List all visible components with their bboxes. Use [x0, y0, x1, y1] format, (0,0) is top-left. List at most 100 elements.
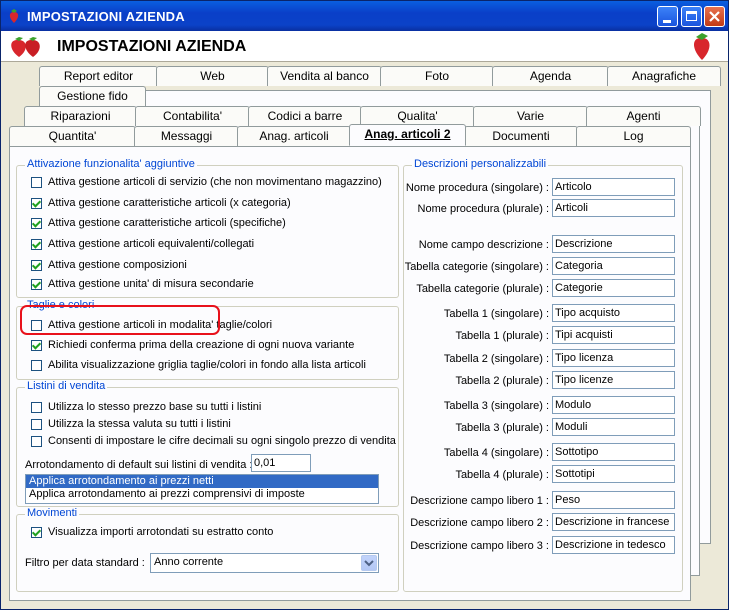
filtro-data-select[interactable]: Anno corrente [150, 553, 379, 573]
campo-libero-2-input[interactable]: Descrizione in francese [552, 513, 675, 531]
tab-contabilita[interactable]: Contabilita' [135, 106, 250, 126]
checkbox-box[interactable] [31, 526, 42, 538]
tab-messaggi[interactable]: Messaggi [134, 126, 239, 146]
main-window: IMPOSTAZIONI AZIENDA IMPOSTAZIONI AZIEND… [0, 0, 729, 610]
arrotondamento-label: Arrotondamento di default sui listini di… [25, 459, 253, 471]
row-label: Nome campo descrizione : [418, 239, 549, 251]
group-movimenti: Movimenti Visualizza importi arrotondati… [16, 507, 399, 592]
campo-libero-1-input[interactable]: Peso [552, 491, 675, 509]
tab-agenti[interactable]: Agenti [586, 106, 701, 126]
tab-web[interactable]: Web [156, 66, 269, 86]
nome-procedura-singolare-input[interactable]: Articolo [552, 178, 675, 196]
tab-foto[interactable]: Foto [380, 66, 494, 86]
checkbox-box[interactable] [31, 238, 42, 250]
minimize-button[interactable] [657, 6, 678, 27]
nome-procedura-plurale-input[interactable]: Articoli [552, 199, 675, 217]
checkbox-label: Richiedi conferma prima della creazione … [48, 339, 355, 351]
tabella-4-singolare-input[interactable]: Sottotipo [552, 443, 675, 461]
strawberry-icon [9, 9, 19, 23]
checkbox-box[interactable] [31, 359, 42, 371]
checkbox-box[interactable] [31, 339, 42, 351]
arrotondamento-list[interactable]: Applica arrotondamento ai prezzi netti A… [25, 474, 379, 504]
checkbox-conferma-variante[interactable]: Richiedi conferma prima della creazione … [31, 337, 354, 353]
tab-qualita[interactable]: Qualita' [360, 106, 475, 126]
tab-quantita[interactable]: Quantita' [9, 126, 136, 146]
tabella-categorie-plurale-input[interactable]: Categorie [552, 279, 675, 297]
tab-documenti[interactable]: Documenti [464, 126, 578, 146]
checkbox-label: Attiva gestione articoli di servizio (ch… [48, 176, 382, 188]
group-title: Movimenti [25, 507, 80, 519]
list-item[interactable]: Applica arrotondamento ai prezzi compren… [26, 488, 378, 501]
checkbox-box[interactable] [31, 435, 42, 447]
close-button[interactable] [704, 6, 725, 27]
title-bar[interactable]: IMPOSTAZIONI AZIENDA [1, 1, 728, 31]
checkbox-label: Attiva gestione caratteristiche articoli… [48, 217, 286, 229]
row-label: Descrizione campo libero 2 : [410, 517, 549, 529]
checkbox-box[interactable] [31, 259, 42, 271]
group-title: Attivazione funzionalita' aggiuntive [25, 158, 197, 170]
tabella-3-singolare-input[interactable]: Modulo [552, 396, 675, 414]
tab-anag-articoli-2[interactable]: Anag. articoli 2 [349, 124, 466, 146]
checkbox-box[interactable] [31, 197, 42, 209]
maximize-button[interactable] [681, 6, 702, 27]
tab-report-editor[interactable]: Report editor [39, 66, 158, 86]
dropdown-button[interactable] [361, 555, 377, 571]
checkbox-label: Visualizza importi arrotondati su estrat… [48, 526, 274, 538]
row-label: Nome procedura (plurale) : [417, 203, 549, 215]
maximize-icon [686, 11, 697, 21]
tab-anag-articoli[interactable]: Anag. articoli [237, 126, 351, 146]
filtro-value: Anno corrente [154, 556, 224, 568]
page-title: IMPOSTAZIONI AZIENDA [57, 38, 247, 55]
row-label: Tabella 3 (singolare) : [443, 400, 549, 412]
row-label: Tabella 2 (singolare) : [443, 353, 549, 365]
checkbox-box[interactable] [31, 176, 42, 188]
checkbox-caratteristiche-categoria[interactable]: Attiva gestione caratteristiche articoli… [31, 195, 291, 211]
group-title: Listini di vendita [25, 380, 108, 392]
row-label: Tabella categorie (singolare) : [404, 261, 549, 273]
nome-campo-descrizione-input[interactable]: Descrizione [552, 235, 675, 253]
row-label: Descrizione campo libero 1 : [410, 495, 549, 507]
tab-gestione-fido[interactable]: Gestione fido [39, 86, 146, 106]
tab-agenda[interactable]: Agenda [492, 66, 609, 86]
checkbox-caratteristiche-specifiche[interactable]: Attiva gestione caratteristiche articoli… [31, 215, 286, 231]
checkbox-label: Attiva gestione unita' di misura seconda… [48, 278, 254, 290]
checkbox-box[interactable] [31, 278, 42, 290]
tabella-3-plurale-input[interactable]: Moduli [552, 418, 675, 436]
tabella-categorie-singolare-input[interactable]: Categoria [552, 257, 675, 275]
window-title: IMPOSTAZIONI AZIENDA [27, 9, 185, 24]
checkbox-stessa-valuta[interactable]: Utilizza la stessa valuta su tutti i lis… [31, 416, 231, 432]
tab-log[interactable]: Log [576, 126, 691, 146]
checkbox-composizioni[interactable]: Attiva gestione composizioni [31, 257, 187, 273]
group-descrizioni: Descrizioni personalizzabili Nome proced… [403, 158, 683, 592]
tab-vendita-al-banco[interactable]: Vendita al banco [267, 66, 382, 86]
arrotondamento-input[interactable]: 0,01 [251, 454, 311, 472]
checkbox-cifre-decimali[interactable]: Consenti di impostare le cifre decimali … [31, 433, 396, 449]
checkbox-articoli-equivalenti[interactable]: Attiva gestione articoli equivalenti/col… [31, 236, 254, 252]
tab-codici-a-barre[interactable]: Codici a barre [248, 106, 362, 126]
checkbox-box[interactable] [31, 418, 42, 430]
checkbox-box[interactable] [31, 217, 42, 229]
checkbox-stesso-prezzo[interactable]: Utilizza lo stesso prezzo base su tutti … [31, 399, 261, 415]
highlight-annotation [20, 305, 220, 335]
row-label: Tabella 1 (plurale) : [455, 330, 549, 342]
tab-varie[interactable]: Varie [473, 106, 588, 126]
tabella-2-plurale-input[interactable]: Tipo licenze [552, 371, 675, 389]
tabella-1-plurale-input[interactable]: Tipi acquisti [552, 326, 675, 344]
tabella-1-singolare-input[interactable]: Tipo acquisto [552, 304, 675, 322]
checkbox-label: Attiva gestione articoli equivalenti/col… [48, 238, 255, 250]
campo-libero-3-input[interactable]: Descrizione in tedesco [552, 536, 675, 554]
close-icon [709, 11, 720, 22]
checkbox-unita-misura-secondarie[interactable]: Attiva gestione unita' di misura seconda… [31, 276, 254, 292]
minimize-icon [663, 20, 671, 23]
list-item[interactable]: Applica arrotondamento ai prezzi netti [26, 475, 378, 488]
checkbox-griglia-taglie[interactable]: Abilita visualizzazione griglia taglie/c… [31, 357, 366, 373]
checkbox-box[interactable] [31, 401, 42, 413]
row-label: Tabella 4 (plurale) : [455, 469, 549, 481]
filtro-label: Filtro per data standard : [25, 557, 145, 569]
checkbox-articoli-servizio[interactable]: Attiva gestione articoli di servizio (ch… [31, 174, 382, 190]
tab-anagrafiche[interactable]: Anagrafiche [607, 66, 721, 86]
tabella-2-singolare-input[interactable]: Tipo licenza [552, 349, 675, 367]
tabella-4-plurale-input[interactable]: Sottotipi [552, 465, 675, 483]
tab-riparazioni[interactable]: Riparazioni [24, 106, 137, 126]
checkbox-importi-arrotondati[interactable]: Visualizza importi arrotondati su estrat… [31, 524, 273, 540]
